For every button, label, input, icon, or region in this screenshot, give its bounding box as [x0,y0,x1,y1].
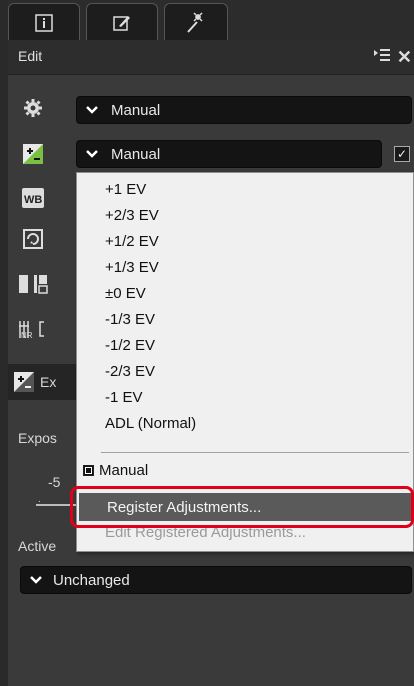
info-icon [35,13,53,32]
chevron-down-icon [25,576,47,584]
menu-item-minus1-3ev[interactable]: -1/3 EV [105,311,155,328]
noise-reduction-icon[interactable]: NR [18,318,52,340]
chevron-down-icon [81,150,103,158]
menu-item-label: Manual [99,461,149,479]
exposure-enable-checkbox[interactable]: ✓ [394,146,410,162]
tab-edit[interactable] [86,3,158,41]
chevron-down-icon [81,106,103,114]
dropdown-value: Manual [111,101,161,119]
menu-item-0ev[interactable]: ±0 EV [105,285,146,302]
menu-item-plus1-3ev[interactable]: +1/3 EV [105,259,159,276]
dropdown-value: Unchanged [53,571,130,589]
menu-item-minus2-3ev[interactable]: -2/3 EV [105,363,155,380]
svg-text:WB: WB [24,194,42,206]
slider-min-label: -5 [48,474,61,490]
subpanel-title: Ex [40,374,57,390]
active-d-lighting-dropdown[interactable]: Unchanged [20,566,412,594]
menu-item-plus1-2ev[interactable]: +1/2 EV [105,233,159,250]
exposure-dropdown[interactable]: Manual [76,140,382,168]
magic-wand-icon [185,11,207,34]
menu-item-manual[interactable]: Manual [83,459,148,481]
gear-icon[interactable] [22,97,44,119]
menu-item-minus1-2ev[interactable]: -1/2 EV [105,337,155,354]
close-icon[interactable]: ✕ [397,47,412,68]
picture-control-icon[interactable] [22,228,44,250]
menu-item-plus2-3ev[interactable]: +2/3 EV [105,207,159,224]
menu-item-adl-normal[interactable]: ADL (Normal) [105,415,196,432]
tab-bar [8,0,414,41]
highlight-callout [70,486,414,528]
panel-title: Edit [18,48,43,64]
menu-item-plus1ev[interactable]: +1 EV [105,181,146,198]
svg-text:NR: NR [21,331,33,340]
menu-item-edit-registered-adjustments: Edit Registered Adjustments... [105,527,306,541]
exposure-compensation-icon[interactable] [22,143,44,165]
levels-icon[interactable] [18,273,48,295]
menu-separator [101,452,409,453]
edit-palette: Edit ✕ WB NR Manual Manual ✓ Ex Expos -5… [0,0,414,686]
picture-control-dropdown[interactable]: Manual [76,96,412,124]
radio-selected-icon [83,464,94,476]
panel-menu-icon[interactable] [373,48,391,67]
slider-tick: . [38,494,41,505]
tab-info[interactable] [8,3,80,41]
exposure-label: Expos [18,430,57,446]
edit-header: Edit ✕ [8,40,414,75]
tab-wand[interactable] [164,3,228,41]
check-icon: ✓ [396,147,408,161]
menu-item-minus1ev[interactable]: -1 EV [105,389,143,406]
left-strip [0,0,8,686]
edit-icon [112,13,132,33]
white-balance-icon[interactable]: WB [22,187,44,209]
exposure-compensation-icon [14,372,34,397]
active-label: Active [18,538,57,554]
dropdown-value: Manual [111,145,161,163]
